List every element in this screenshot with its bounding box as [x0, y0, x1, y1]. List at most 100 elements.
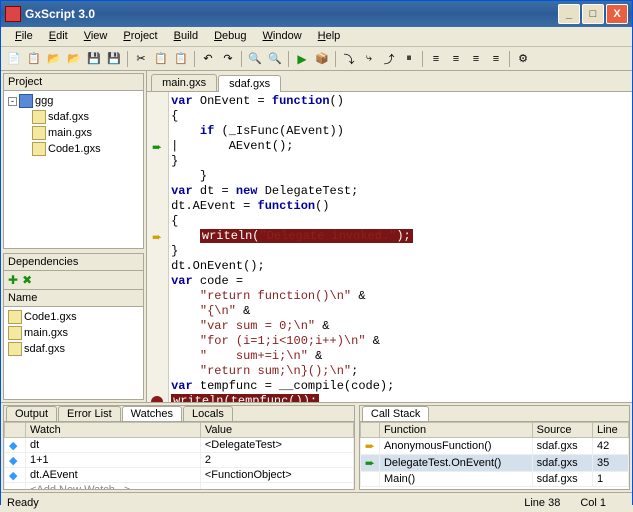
build-icon[interactable]: 📦	[313, 50, 331, 68]
file-icon	[32, 126, 46, 140]
tab-callstack[interactable]: Call Stack	[362, 406, 430, 421]
dep-item[interactable]: Code1.gxs	[6, 309, 141, 325]
tree-file[interactable]: main.gxs	[6, 125, 141, 141]
findnext-icon[interactable]: 🔍	[266, 50, 284, 68]
stack-row[interactable]: ➨AnonymousFunction()sdaf.gxs42	[360, 438, 628, 455]
separator	[241, 51, 242, 67]
menu-edit[interactable]: Edit	[41, 29, 76, 44]
menu-project[interactable]: Project	[115, 29, 165, 44]
project-tree[interactable]: - ggg sdaf.gxs main.gxs Code1.gxs	[4, 91, 143, 248]
func-hdr: Function	[379, 423, 532, 438]
watch-hdr: Watch	[26, 423, 201, 438]
tab-errorlist[interactable]: Error List	[58, 406, 121, 421]
code-editor[interactable]: ➨ ➨ var OnEvent = function() { if (_IsFu…	[147, 92, 632, 402]
redo-icon[interactable]: ↷	[219, 50, 237, 68]
outdent-icon[interactable]: ≡	[447, 50, 465, 68]
tree-file[interactable]: sdaf.gxs	[6, 109, 141, 125]
cut-icon[interactable]: ✂	[132, 50, 150, 68]
find-icon[interactable]: 🔍	[246, 50, 264, 68]
breakpoint-icon[interactable]	[149, 394, 165, 402]
separator	[127, 51, 128, 67]
dep-toolbar: ✚ ✖	[4, 271, 143, 290]
status-line: Line 38	[524, 497, 560, 509]
watch-row[interactable]: ◆1+12	[5, 453, 354, 468]
add-dep-icon[interactable]: ✚	[8, 273, 18, 287]
project-panel-title: Project	[4, 74, 143, 91]
dep-list[interactable]: Code1.gxs main.gxs sdaf.gxs	[4, 307, 143, 399]
watches-grid[interactable]: WatchValue ◆dt<DelegateTest> ◆1+12 ◆dt.A…	[4, 422, 354, 490]
file-icon	[32, 110, 46, 124]
watch-row[interactable]: ◆dt<DelegateTest>	[5, 438, 354, 453]
watch-row[interactable]: ◆dt.AEvent<FunctionObject>	[5, 468, 354, 483]
run-icon[interactable]: ▶	[293, 50, 311, 68]
tab-watches[interactable]: Watches	[122, 406, 182, 421]
tab-main[interactable]: main.gxs	[151, 74, 217, 91]
menu-window[interactable]: Window	[255, 29, 310, 44]
separator	[194, 51, 195, 67]
new-file-icon[interactable]: 📄	[5, 50, 23, 68]
gutter[interactable]: ➨ ➨	[147, 92, 169, 402]
stop-icon[interactable]: ⏸	[400, 50, 418, 68]
stack-row[interactable]: Main()sdaf.gxs1	[360, 472, 628, 487]
close-button[interactable]: X	[606, 4, 628, 24]
exec-pointer-icon: ➨	[149, 229, 165, 244]
watches-panel: Output Error List Watches Locals WatchVa…	[3, 405, 355, 490]
paste-icon[interactable]: 📋	[172, 50, 190, 68]
undo-icon[interactable]: ↶	[199, 50, 217, 68]
menu-view[interactable]: View	[76, 29, 116, 44]
menubar: File Edit View Project Build Debug Windo…	[1, 27, 632, 47]
step-out-icon[interactable]: ⤴	[380, 50, 398, 68]
save-icon[interactable]: 💾	[85, 50, 103, 68]
diamond-icon: ◆	[9, 469, 21, 481]
dep-panel-title: Dependencies	[4, 254, 143, 271]
tab-locals[interactable]: Locals	[183, 406, 233, 421]
app-icon	[5, 6, 21, 22]
left-pane: Project - ggg sdaf.gxs main.gxs Code1.gx…	[1, 71, 147, 402]
editor-tabs: main.gxs sdaf.gxs	[147, 71, 632, 92]
tree-root[interactable]: - ggg	[6, 93, 141, 109]
window-title: GxScript 3.0	[25, 7, 556, 21]
titlebar: GxScript 3.0 _ □ X	[1, 1, 632, 27]
maximize-button[interactable]: □	[582, 4, 604, 24]
menu-debug[interactable]: Debug	[206, 29, 254, 44]
copy-icon[interactable]: 📋	[152, 50, 170, 68]
status-col: Col 1	[580, 497, 606, 509]
watch-add-row[interactable]: <Add New Watch...>	[5, 483, 354, 490]
step-over-icon[interactable]: ⤵	[340, 50, 358, 68]
minimize-button[interactable]: _	[558, 4, 580, 24]
comment-icon[interactable]: ≡	[467, 50, 485, 68]
expand-icon[interactable]: -	[8, 97, 17, 106]
statusbar: Ready Line 38 Col 1	[1, 492, 632, 512]
options-icon[interactable]: ⚙	[514, 50, 532, 68]
uncomment-icon[interactable]: ≡	[487, 50, 505, 68]
callstack-grid[interactable]: FunctionSourceLine ➨AnonymousFunction()s…	[360, 422, 629, 487]
tab-sdaf[interactable]: sdaf.gxs	[218, 75, 281, 92]
file-icon	[8, 342, 22, 356]
menu-build[interactable]: Build	[166, 29, 206, 44]
tree-file[interactable]: Code1.gxs	[6, 141, 141, 157]
separator	[509, 51, 510, 67]
menu-help[interactable]: Help	[310, 29, 349, 44]
open2-icon[interactable]: 📂	[65, 50, 83, 68]
separator	[335, 51, 336, 67]
current-frame-icon: ➨	[365, 439, 375, 453]
folder-icon	[19, 94, 33, 108]
save-all-icon[interactable]: 💾	[105, 50, 123, 68]
tree-root-label: ggg	[35, 95, 53, 107]
open-icon[interactable]: 📂	[45, 50, 63, 68]
new-project-icon[interactable]: 📋	[25, 50, 43, 68]
tab-output[interactable]: Output	[6, 406, 57, 421]
dep-item[interactable]: sdaf.gxs	[6, 341, 141, 357]
file-icon	[8, 310, 22, 324]
menu-file[interactable]: File	[7, 29, 41, 44]
src-hdr: Source	[532, 423, 592, 438]
del-dep-icon[interactable]: ✖	[22, 273, 32, 287]
file-icon	[32, 142, 46, 156]
separator	[422, 51, 423, 67]
frame-icon: ➨	[365, 456, 375, 470]
stack-row[interactable]: ➨DelegateTest.OnEvent()sdaf.gxs35	[360, 455, 628, 472]
dep-item[interactable]: main.gxs	[6, 325, 141, 341]
step-into-icon[interactable]: ⤷	[360, 50, 378, 68]
file-icon	[8, 326, 22, 340]
indent-icon[interactable]: ≡	[427, 50, 445, 68]
